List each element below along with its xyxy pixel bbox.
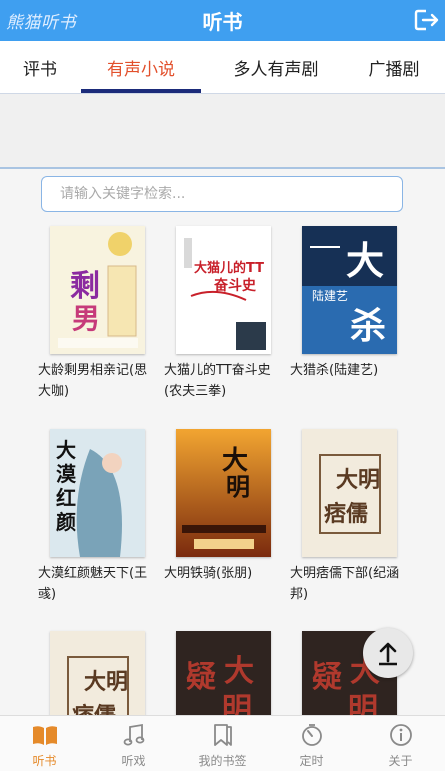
- book-item[interactable]: 大 杀 陆建艺 大猎杀(陆建艺): [290, 226, 408, 381]
- svg-text:男: 男: [72, 302, 100, 335]
- book-cover: 大 漠 红 颜: [50, 429, 145, 557]
- book-cover: 大猫儿的TT 奋斗史: [176, 226, 271, 354]
- timer-icon: [300, 722, 324, 748]
- tab-radio-drama[interactable]: 广播剧: [348, 41, 440, 93]
- category-tabs: 评书 有声小说 多人有声剧 广播剧: [0, 41, 445, 94]
- svg-text:漠: 漠: [56, 462, 77, 486]
- tab-pingshu[interactable]: 评书: [0, 41, 80, 93]
- svg-text:大: 大: [222, 446, 248, 476]
- svg-text:颜: 颜: [56, 510, 76, 534]
- nav-tingxi[interactable]: 听戏: [89, 716, 178, 771]
- nav-label: 听戏: [121, 754, 146, 768]
- tab-multi-drama[interactable]: 多人有声剧: [204, 41, 348, 93]
- nav-label: 关于: [388, 754, 413, 768]
- app-header: 熊猫听书 听书: [0, 0, 445, 41]
- book-title: 大漠红颜魅天下(王彧): [38, 566, 148, 602]
- bookmark-icon: [212, 722, 234, 748]
- svg-text:痞儒: 痞儒: [324, 501, 368, 527]
- svg-text:大明: 大明: [336, 468, 380, 493]
- logout-icon[interactable]: [413, 6, 441, 34]
- book-title: 大龄剩男相亲记(思大咖): [38, 363, 148, 399]
- svg-text:陆建艺: 陆建艺: [312, 288, 348, 303]
- tab-audio-novel[interactable]: 有声小说: [81, 41, 201, 93]
- book-title: 大明铁骑(张朋): [164, 566, 253, 581]
- music-note-icon: [123, 722, 145, 748]
- book-item[interactable]: 剩 男 大龄剩男相亲记(思大咖): [38, 226, 156, 402]
- book-cover: 大 明: [176, 429, 271, 557]
- bottom-nav: 听书 听戏 我的书签 定时 关于: [0, 715, 445, 771]
- nav-label: 我的书签: [198, 754, 247, 768]
- book-title: 大猫儿的TT奋斗史(农夫三拳): [164, 363, 271, 399]
- book-cover: 大 杀 陆建艺: [302, 226, 397, 354]
- info-icon: [389, 722, 413, 748]
- svg-text:剩: 剩: [70, 269, 100, 304]
- svg-text:大明: 大明: [84, 670, 128, 695]
- nav-label: 听书: [32, 754, 57, 768]
- book-cover: 剩 男: [50, 226, 145, 354]
- book-open-icon: [32, 722, 58, 748]
- book-title: 大猎杀(陆建艺): [290, 363, 379, 378]
- book-item[interactable]: 大 明 大明铁骑(张朋): [164, 429, 282, 584]
- nav-bookmarks[interactable]: 我的书签: [178, 716, 267, 771]
- arrow-up-icon: [379, 642, 397, 666]
- page-title: 听书: [202, 10, 243, 34]
- svg-text:大: 大: [56, 438, 76, 462]
- nav-tingshu[interactable]: 听书: [0, 716, 89, 771]
- svg-text:红: 红: [56, 486, 76, 510]
- svg-text:大: 大: [346, 239, 384, 283]
- scroll-to-top-button[interactable]: [363, 628, 413, 678]
- book-item[interactable]: 大明 痞儒 大明痞儒下部(纪涵邦): [290, 429, 408, 605]
- app-brand: 熊猫听书: [6, 13, 76, 33]
- book-item[interactable]: 大 漠 红 颜 大漠红颜魅天下(王彧): [38, 429, 156, 605]
- search-input[interactable]: [41, 176, 403, 212]
- book-cover: 大明 痞儒: [302, 429, 397, 557]
- nav-timer[interactable]: 定时: [267, 716, 356, 771]
- nav-about[interactable]: 关于: [356, 716, 445, 771]
- svg-text:疑: 疑: [312, 660, 342, 695]
- book-item[interactable]: 大猫儿的TT 奋斗史 大猫儿的TT奋斗史(农夫三拳): [164, 226, 282, 402]
- banner-area: [0, 94, 445, 169]
- nav-label: 定时: [299, 754, 324, 768]
- book-title: 大明痞儒下部(纪涵邦): [290, 566, 400, 602]
- svg-text:大: 大: [224, 654, 254, 689]
- svg-text:疑: 疑: [186, 660, 216, 695]
- svg-text:明: 明: [226, 473, 250, 501]
- svg-text:大猫儿的TT: 大猫儿的TT: [194, 260, 264, 276]
- svg-text:杀: 杀: [350, 306, 386, 347]
